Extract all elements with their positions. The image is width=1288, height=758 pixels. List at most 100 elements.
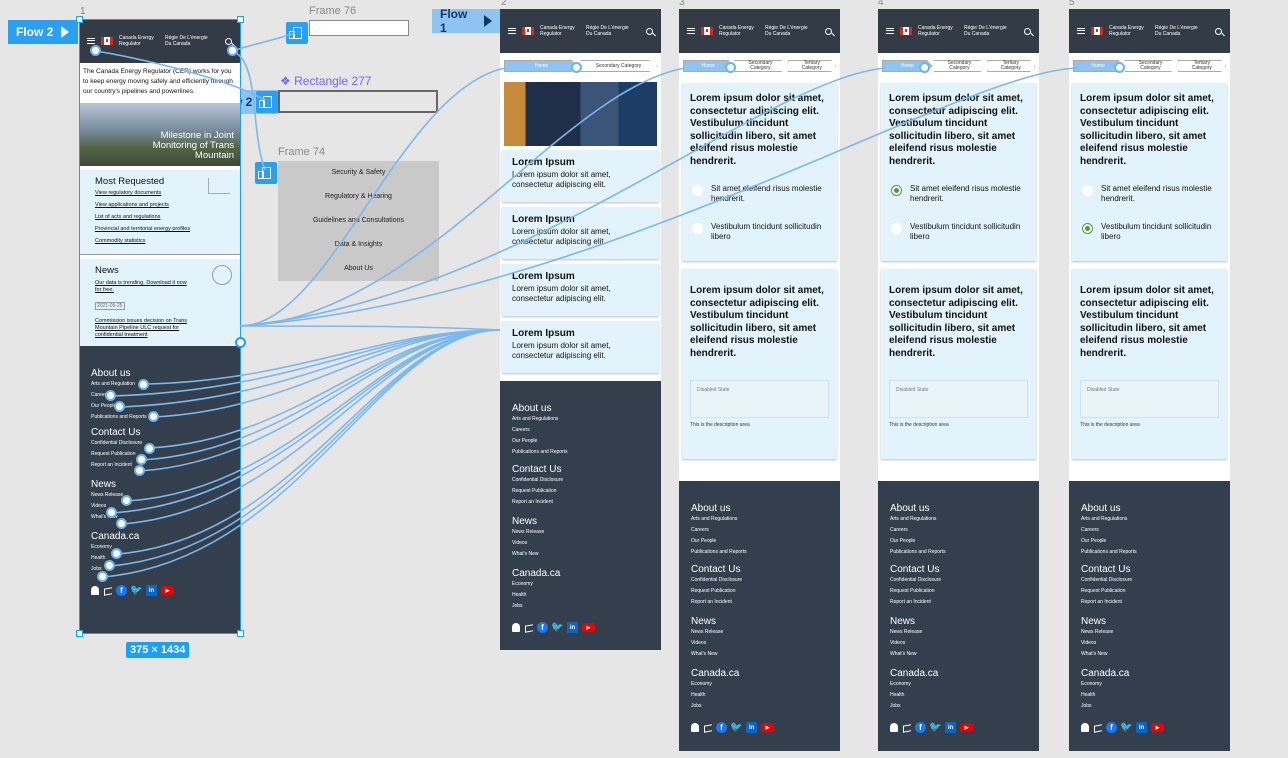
share-icon[interactable]	[1093, 723, 1102, 732]
menu-item-regulatory[interactable]: Regulatory & Hearing	[278, 185, 439, 209]
lorem-card[interactable]: Lorem Ipsum Lorem ipsum dolor sit amet, c…	[502, 264, 659, 316]
connection-node[interactable]	[114, 401, 125, 412]
linkedin-icon[interactable]: in	[146, 585, 157, 596]
footer-link[interactable]: Publications and Reports	[691, 547, 828, 558]
connection-node[interactable]	[121, 495, 132, 506]
footer-link[interactable]: Economy	[512, 579, 649, 590]
frame-76-box[interactable]	[309, 20, 409, 36]
footer-link[interactable]: News Release	[1081, 627, 1218, 638]
radio-button-icon[interactable]	[692, 185, 703, 196]
youtube-icon[interactable]: ▶	[1151, 723, 1164, 732]
facebook-icon[interactable]: f	[537, 622, 548, 633]
twitter-icon[interactable]: 🐦	[730, 722, 742, 733]
twitter-icon[interactable]: 🐦	[1120, 722, 1132, 733]
most-requested-link[interactable]: View regulatory documents	[95, 187, 224, 199]
search-icon[interactable]	[1024, 27, 1031, 35]
breadcrumb-secondary[interactable]: Secondary Category	[580, 60, 657, 72]
footer-link[interactable]: Arts and Regulations	[1081, 514, 1218, 525]
bell-icon[interactable]	[691, 723, 699, 732]
connection-node[interactable]	[571, 62, 582, 73]
share-icon[interactable]	[902, 723, 911, 732]
radio-button-icon[interactable]	[692, 223, 703, 234]
footer-link[interactable]: Report an Incident	[890, 597, 1027, 608]
youtube-icon[interactable]: ▶	[761, 723, 774, 732]
youtube-icon[interactable]: ▶	[161, 586, 174, 595]
youtube-icon[interactable]: ▶	[582, 623, 595, 632]
connection-node[interactable]	[134, 465, 145, 476]
radio-option-2[interactable]: Vestibulum tincidunt sollicitudin libero	[889, 222, 1028, 242]
footer-link[interactable]: Confidential Disclosure	[91, 438, 228, 449]
menu-item-data[interactable]: Data & Insights	[278, 233, 439, 257]
footer-link[interactable]: Report an Incident	[512, 497, 649, 508]
share-icon[interactable]	[524, 623, 533, 632]
menu-icon[interactable]	[886, 28, 894, 34]
rectangle-277-box[interactable]	[278, 90, 438, 113]
radio-option-2[interactable]: Vestibulum tincidunt sollicitudin libero	[690, 222, 829, 242]
facebook-icon[interactable]: f	[915, 722, 926, 733]
footer-link[interactable]: Request Publication	[1081, 586, 1218, 597]
radio-option-1[interactable]: Sit amet eleifend risus molestie hendrer…	[889, 184, 1028, 204]
footer-link[interactable]: Health	[1081, 690, 1218, 701]
footer-link[interactable]: Careers	[512, 425, 649, 436]
bell-icon[interactable]	[512, 623, 520, 632]
footer-link[interactable]: Careers	[1081, 525, 1218, 536]
breadcrumb-secondary[interactable]: Secondary Category	[933, 60, 986, 72]
connection-node[interactable]	[227, 45, 238, 56]
resize-handle[interactable]	[76, 16, 83, 23]
lorem-card[interactable]: Lorem Ipsum Lorem ipsum dolor sit amet, c…	[502, 321, 659, 373]
footer-link[interactable]: Our People	[512, 436, 649, 447]
footer-link[interactable]: Publications and Reports	[91, 412, 228, 423]
footer-link[interactable]: Health	[691, 690, 828, 701]
radio-button-icon[interactable]	[1082, 223, 1093, 234]
news-item-link[interactable]: Commission issues decision on Trans Moun…	[95, 318, 203, 339]
footer-link[interactable]: Economy	[691, 679, 828, 690]
menu-icon[interactable]	[508, 28, 516, 34]
flow-2-start-label[interactable]: Flow 2	[8, 20, 78, 44]
breadcrumb-tertiary[interactable]: Tertiary Category	[787, 60, 836, 72]
footer-link[interactable]: Report an Incident	[91, 460, 228, 471]
footer-link[interactable]: Request Publication	[91, 449, 228, 460]
menu-item-about[interactable]: About Us	[278, 257, 439, 281]
resize-handle[interactable]	[237, 630, 244, 637]
radio-button-icon[interactable]	[891, 223, 902, 234]
footer-link[interactable]: Careers	[890, 525, 1027, 536]
breadcrumb-home[interactable]: Home	[504, 60, 580, 72]
bell-icon[interactable]	[1081, 723, 1089, 732]
breadcrumb-tertiary[interactable]: Tertiary Category	[986, 60, 1035, 72]
most-requested-link[interactable]: List of acts and regulations	[95, 211, 224, 223]
radio-button-icon[interactable]	[891, 185, 902, 196]
connection-node[interactable]	[148, 411, 159, 422]
connection-node[interactable]	[136, 454, 147, 465]
menu-icon[interactable]	[1077, 28, 1085, 34]
footer-link[interactable]: Economy	[1081, 679, 1218, 690]
device-icon-frame74[interactable]	[255, 162, 277, 184]
device-icon-frame76[interactable]	[286, 22, 308, 44]
most-requested-link[interactable]: Provincial and territorial energy profil…	[95, 223, 224, 235]
footer-link[interactable]: News Release	[91, 490, 228, 501]
menu-item-security[interactable]: Security & Safety	[278, 161, 439, 185]
twitter-icon[interactable]: 🐦	[929, 722, 941, 733]
footer-link[interactable]: Videos	[1081, 638, 1218, 649]
facebook-icon[interactable]: f	[1106, 722, 1117, 733]
share-icon[interactable]	[103, 586, 112, 595]
connection-node[interactable]	[105, 390, 116, 401]
connection-node[interactable]	[116, 518, 127, 529]
footer-link[interactable]: Request Publication	[512, 486, 649, 497]
resize-handle[interactable]	[237, 16, 244, 23]
footer-link[interactable]: Careers	[691, 525, 828, 536]
footer-link[interactable]: Request Publication	[890, 586, 1027, 597]
breadcrumb-secondary[interactable]: Secondary Category	[1124, 60, 1177, 72]
footer-link[interactable]: Confidential Disclosure	[890, 575, 1027, 586]
radio-button-icon[interactable]	[1082, 185, 1093, 196]
hero-image[interactable]: Milestone in Joint Monitoring of Trans M…	[79, 103, 240, 166]
facebook-icon[interactable]: f	[116, 585, 127, 596]
news-item-link[interactable]: Our data is trending. Download it now fo…	[95, 280, 190, 294]
footer-link[interactable]: Arts and Regulations	[691, 514, 828, 525]
linkedin-icon[interactable]: in	[746, 722, 757, 733]
footer-link[interactable]: Jobs	[512, 601, 649, 612]
device-icon-flow2[interactable]	[256, 91, 278, 113]
footer-link[interactable]: News Release	[691, 627, 828, 638]
footer-link[interactable]: Confidential Disclosure	[1081, 575, 1218, 586]
twitter-icon[interactable]: 🐦	[130, 585, 142, 596]
connection-node[interactable]	[106, 507, 117, 518]
